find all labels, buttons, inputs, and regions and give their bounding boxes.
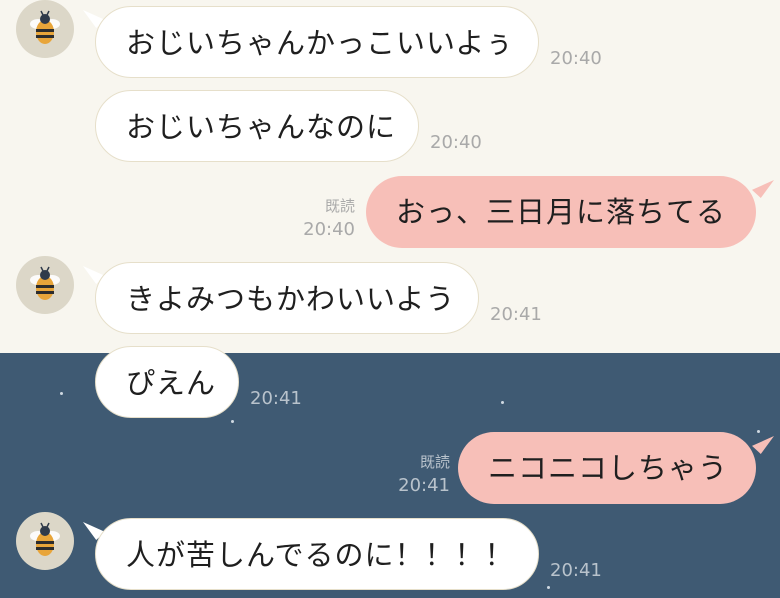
message-time: 20:41 bbox=[398, 475, 450, 496]
message-time: 20:41 bbox=[550, 560, 602, 581]
read-label: 既読 bbox=[419, 453, 450, 471]
bee-icon bbox=[30, 10, 60, 44]
avatar-bee-icon[interactable] bbox=[16, 512, 74, 570]
read-label: 既読 bbox=[324, 197, 355, 215]
message-bubble[interactable]: ぴえん bbox=[95, 346, 239, 418]
star-decoration bbox=[501, 401, 504, 404]
message-bubble[interactable]: 人が苦しんでるのに！！！！ bbox=[95, 518, 539, 590]
avatar-bee-icon[interactable] bbox=[16, 256, 74, 314]
message-bubble[interactable]: おっ、三日月に落ちてる bbox=[366, 176, 756, 248]
star-decoration bbox=[547, 586, 550, 589]
star-decoration bbox=[60, 392, 63, 395]
bee-icon bbox=[30, 522, 60, 556]
message-time: 20:41 bbox=[250, 388, 302, 409]
avatar-bee-icon[interactable] bbox=[16, 0, 74, 58]
message-bubble[interactable]: ニコニコしちゃう bbox=[458, 432, 756, 504]
message-time: 20:41 bbox=[490, 304, 542, 325]
message-time: 20:40 bbox=[430, 132, 482, 153]
message-time: 20:40 bbox=[303, 219, 355, 240]
read-status: 既読 20:40 bbox=[290, 194, 355, 242]
star-decoration bbox=[757, 430, 760, 433]
message-bubble[interactable]: おじいちゃんかっこいいよぅ bbox=[95, 6, 539, 78]
message-time: 20:40 bbox=[550, 48, 602, 69]
bee-icon bbox=[30, 266, 60, 300]
read-status: 既読 20:41 bbox=[385, 450, 450, 498]
star-decoration bbox=[231, 420, 234, 423]
message-bubble[interactable]: きよみつもかわいいよう bbox=[95, 262, 479, 334]
message-bubble[interactable]: おじいちゃんなのに bbox=[95, 90, 419, 162]
